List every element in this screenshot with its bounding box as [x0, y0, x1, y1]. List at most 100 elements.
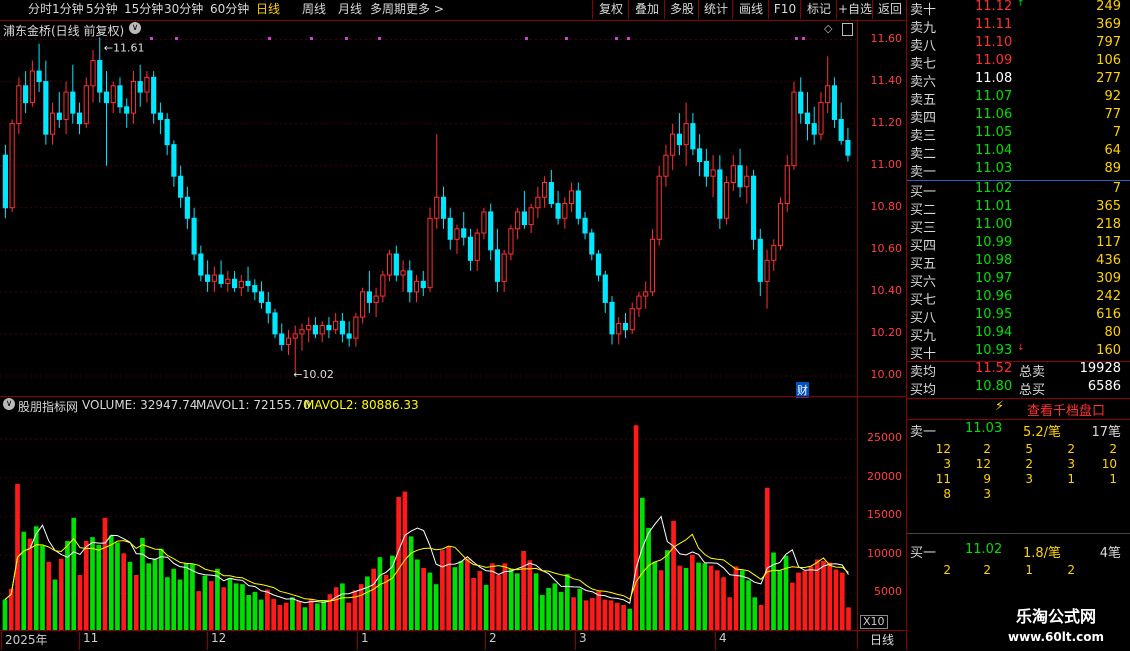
period-label[interactable]: 日线: [857, 631, 906, 649]
candle-body: [791, 91, 797, 167]
buy-level-9[interactable]: 买九 10.94 80: [907, 325, 1130, 344]
volume-bar: [127, 561, 133, 630]
toolbar-tab-5[interactable]: 60分钟: [210, 0, 249, 20]
volume-bar: [564, 574, 570, 630]
volume-bar: [646, 527, 651, 630]
volume-bar: [246, 594, 252, 630]
volume-bar: [821, 561, 826, 630]
book-row-qty: 369: [1096, 17, 1121, 32]
toolbar-tab-1[interactable]: 1分钟: [52, 0, 84, 20]
toolbar-tab-0[interactable]: 分时: [28, 0, 52, 20]
candle-body: [508, 228, 514, 255]
panel-toggle-icon[interactable]: [842, 23, 853, 36]
qiandang-button[interactable]: 查看千档盘口: [1027, 400, 1105, 419]
volume-bar: [440, 550, 445, 630]
volume-bar: [208, 581, 214, 630]
candle-body: [380, 274, 386, 297]
detail-cell: 1: [1109, 472, 1117, 486]
volume-chart[interactable]: [0, 414, 856, 630]
sell-level-3[interactable]: 卖三 11.05 7: [907, 125, 1130, 144]
candle-body: [43, 81, 49, 135]
volume-bar: [283, 602, 289, 630]
volume-bar: [308, 598, 314, 630]
buy-level-8[interactable]: 买八 10.95 616: [907, 307, 1130, 326]
sell-level-4[interactable]: 卖四 11.06 77: [907, 107, 1130, 126]
buy-level-10[interactable]: 买十 10.93 ↓ 160: [907, 343, 1130, 362]
candle-body: [636, 295, 642, 310]
toolbar-button-7[interactable]: +自选: [836, 0, 873, 19]
detail-cell: 9: [983, 472, 991, 486]
toolbar-tab-9[interactable]: 多周期: [370, 0, 406, 20]
toolbar-tab-8[interactable]: 月线: [338, 0, 362, 20]
buy-level-6[interactable]: 买六 10.97 309: [907, 271, 1130, 290]
buy-level-7[interactable]: 买七 10.96 242: [907, 289, 1130, 308]
detail-cell: 2: [1067, 442, 1075, 456]
price-chart[interactable]: ←11.61 ←10.02: [0, 21, 856, 396]
detail-price: 11.02: [965, 542, 1003, 557]
volume-axis: 25000 20000 15000 10000 5000: [857, 397, 906, 630]
signal-dot: [802, 37, 805, 40]
candle-body: [845, 139, 851, 156]
candle-body: [609, 301, 615, 335]
candle-body: [831, 85, 838, 120]
volume-tick-1: 20000: [867, 469, 902, 483]
toolbar-button-6[interactable]: 标记: [800, 0, 837, 19]
toolbar-button-3[interactable]: 统计: [698, 0, 733, 19]
date-tick-mark: [79, 632, 80, 650]
toolbar-tab-2[interactable]: 5分钟: [86, 0, 118, 20]
buy-level-2[interactable]: 买二 11.01 365: [907, 199, 1130, 218]
toolbar-button-1[interactable]: 叠加: [628, 0, 665, 19]
buy-level-3[interactable]: 买三 11.00 218: [907, 217, 1130, 236]
volume-bar: [683, 567, 689, 630]
book-row-name: 买九: [910, 329, 937, 344]
toolbar-tab-6[interactable]: 日线: [256, 0, 280, 20]
detail-count: 17笔: [1091, 425, 1121, 440]
candle-body: [184, 196, 190, 219]
book-row-qty: 616: [1096, 307, 1121, 322]
volume-bar: [558, 591, 564, 630]
buy-level-5[interactable]: 买五 10.98 436: [907, 253, 1130, 272]
diamond-icon[interactable]: ◇: [824, 22, 832, 35]
price-tick-1: 11.40: [870, 73, 903, 87]
toolbar-button-4[interactable]: 画线: [732, 0, 769, 19]
sell-level-8[interactable]: 卖八 11.10 797: [907, 35, 1130, 54]
toolbar-tab-4[interactable]: 30分钟: [164, 0, 203, 20]
toolbar-tab-3[interactable]: 15分钟: [124, 0, 163, 20]
sell-level-7[interactable]: 卖七 11.09 106: [907, 53, 1130, 72]
candle-body: [373, 295, 379, 303]
toolbar-button-0[interactable]: 复权: [592, 0, 629, 19]
detail-cell: 3: [983, 487, 991, 501]
buy-level-4[interactable]: 买四 10.99 117: [907, 235, 1130, 254]
sell-level-5[interactable]: 卖五 11.07 92: [907, 89, 1130, 108]
chevron-down-icon[interactable]: ∨: [129, 22, 141, 34]
toolbar-button-5[interactable]: F10: [768, 0, 801, 19]
sell-level-6[interactable]: 卖六 11.08 277: [907, 71, 1130, 90]
candle-body: [90, 60, 96, 87]
sell-level-9[interactable]: 卖九 11.11 369: [907, 17, 1130, 36]
detail-cell: 2: [943, 563, 951, 577]
candle-body: [157, 112, 164, 120]
volume-bar: [302, 607, 308, 630]
sell-level-10[interactable]: 卖十 11.12 ↑ 249: [907, 0, 1130, 18]
candle-body: [717, 169, 723, 219]
volume-bar: [839, 572, 845, 630]
book-row-price: 11.00: [975, 217, 1013, 232]
toolbar-button-2[interactable]: 多股: [664, 0, 699, 19]
toolbar-tab-7[interactable]: 周线: [302, 0, 326, 20]
buy-level-1[interactable]: 买一 11.02 7: [907, 181, 1130, 200]
toolbar-button-8[interactable]: 返回: [872, 0, 907, 19]
candle-body: [306, 325, 312, 331]
date-tick-mark: [485, 632, 486, 650]
volume-bar: [52, 579, 58, 630]
candle-body: [481, 211, 487, 234]
date-axis: 2025年 11 12 1 2 3 4: [0, 630, 906, 651]
book-row-qty: 117: [1096, 235, 1121, 250]
toolbar-tab-10[interactable]: 更多 >: [406, 0, 444, 20]
detail-cell: 2: [1025, 457, 1033, 471]
volume-bar: [65, 540, 70, 630]
sell-level-2[interactable]: 卖二 11.04 64: [907, 143, 1130, 162]
volume-bar: [696, 562, 701, 630]
chart-title: 浦东金桥(日线 前复权): [3, 24, 125, 38]
indicator-menu-icon[interactable]: ∨: [3, 398, 15, 410]
sell-level-1[interactable]: 卖一 11.03 89: [907, 161, 1130, 180]
